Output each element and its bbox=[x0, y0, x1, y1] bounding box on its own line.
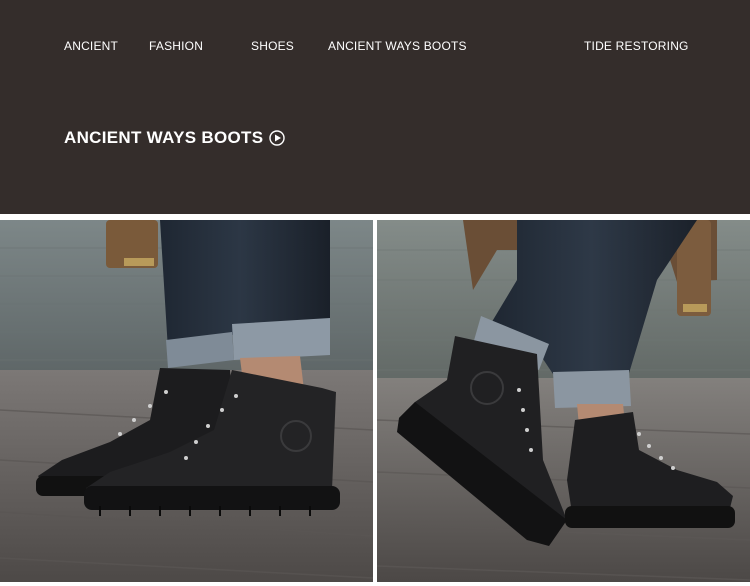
headline-title: ANCIENT WAYS BOOTS bbox=[64, 128, 264, 147]
section-headline[interactable]: ANCIENT WAYS BOOTS bbox=[64, 128, 286, 148]
nav-item-ancient[interactable]: ANCIENT bbox=[64, 39, 118, 53]
nav-item-ancient-ways-boots[interactable]: ANCIENT WAYS BOOTS bbox=[328, 39, 467, 53]
play-circle-icon[interactable] bbox=[269, 130, 286, 146]
nav-item-tide-restoring[interactable]: TIDE RESTORING bbox=[584, 39, 689, 53]
nav-item-fashion[interactable]: FASHION bbox=[149, 39, 203, 53]
product-photo-right bbox=[377, 220, 750, 582]
product-photo-left bbox=[0, 220, 373, 582]
header-banner: ANCIENT FASHION SHOES ANCIENT WAYS BOOTS… bbox=[0, 0, 750, 214]
nav-item-shoes[interactable]: SHOES bbox=[251, 39, 294, 53]
